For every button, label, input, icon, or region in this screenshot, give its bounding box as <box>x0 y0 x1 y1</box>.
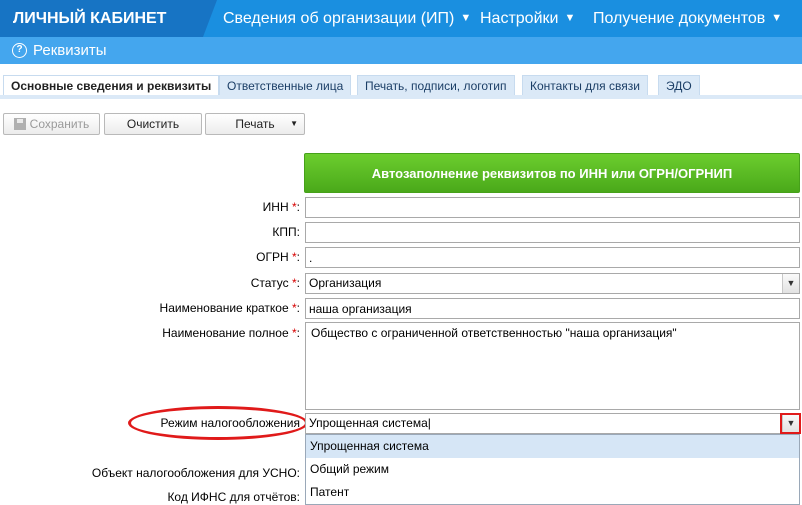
help-icon[interactable]: ? <box>12 43 27 58</box>
required-mark: * <box>291 326 297 340</box>
status-label: Статус *: <box>250 276 300 290</box>
inn-input[interactable] <box>305 197 800 218</box>
ogrn-label: ОГРН *: <box>256 250 300 264</box>
tab-stamp-signatures[interactable]: Печать, подписи, логотип <box>357 75 515 95</box>
chevron-down-icon: ▼ <box>460 12 472 24</box>
highlight-oval <box>128 406 308 440</box>
dropdown-option[interactable]: Общий режим <box>306 458 799 481</box>
ogrn-label-text: ОГРН <box>256 250 289 264</box>
nav-settings[interactable]: Настройки ▼ <box>480 0 575 37</box>
kpp-label: КПП: <box>272 225 300 239</box>
clear-button[interactable]: Очистить <box>104 113 202 135</box>
chevron-down-icon: ▼ <box>771 12 783 24</box>
text-cursor: | <box>427 416 431 430</box>
nav-label: Настройки <box>480 10 559 27</box>
page-title: Реквизиты <box>33 42 107 59</box>
nav-organization-info[interactable]: Сведения об организации (ИП) ▼ <box>223 0 471 37</box>
kpp-input[interactable] <box>305 222 800 243</box>
save-button[interactable]: Сохранить <box>3 113 100 135</box>
dropdown-option[interactable]: Патент <box>306 481 799 504</box>
tab-contacts[interactable]: Контакты для связи <box>522 75 648 95</box>
ifns-label: Код ИФНС для отчётов: <box>167 490 300 504</box>
full-name-label-text: Наименование полное <box>162 326 289 340</box>
usno-object-label: Объект налогообложения для УСНО: <box>91 466 300 480</box>
status-value: Организация <box>309 276 382 290</box>
full-name-label: Наименование полное *: <box>162 326 300 340</box>
sub-header <box>0 37 802 64</box>
required-mark: * <box>291 276 297 290</box>
print-label: Печать <box>235 117 275 131</box>
save-label: Сохранить <box>29 117 90 131</box>
required-mark: * <box>291 250 297 264</box>
tax-regime-dropdown: Упрощенная система Общий режим Патент <box>305 434 800 505</box>
tax-regime-select[interactable]: Упрощенная система| ▼ <box>305 413 800 434</box>
required-mark: * <box>291 200 297 214</box>
status-select[interactable]: Организация ▼ <box>305 273 800 294</box>
print-button[interactable]: Печать ▼ <box>205 113 305 135</box>
brand-logo[interactable]: ЛИЧНЫЙ КАБИНЕТ <box>0 0 217 37</box>
chevron-down-icon[interactable]: ▼ <box>782 274 799 293</box>
full-name-textarea[interactable]: Общество с ограниченной ответственностью… <box>305 322 800 410</box>
short-name-label: Наименование краткое *: <box>159 301 300 315</box>
tab-main-info[interactable]: Основные сведения и реквизиты <box>3 75 220 95</box>
tax-regime-value: Упрощенная система <box>309 416 428 430</box>
caret-down-icon: ▼ <box>290 119 298 128</box>
dropdown-option[interactable]: Упрощенная система <box>306 435 799 458</box>
floppy-disk-icon <box>13 118 26 130</box>
inn-label-text: ИНН <box>262 200 289 214</box>
chevron-down-icon: ▼ <box>564 12 576 24</box>
nav-label: Получение документов <box>593 10 766 27</box>
ogrn-input[interactable] <box>305 247 800 268</box>
nav-documents[interactable]: Получение документов ▼ <box>593 0 782 37</box>
short-name-label-text: Наименование краткое <box>159 301 289 315</box>
short-name-input[interactable] <box>305 298 800 319</box>
nav-label: Сведения об организации (ИП) <box>223 10 455 27</box>
inn-label: ИНН *: <box>262 200 300 214</box>
tab-edo[interactable]: ЭДО <box>658 75 700 95</box>
status-label-text: Статус <box>250 276 289 290</box>
autofill-button[interactable]: Автозаполнение реквизитов по ИНН или ОГР… <box>304 153 800 193</box>
tab-responsible-persons[interactable]: Ответственные лица <box>219 75 352 95</box>
highlight-box <box>780 413 801 434</box>
required-mark: * <box>291 301 297 315</box>
